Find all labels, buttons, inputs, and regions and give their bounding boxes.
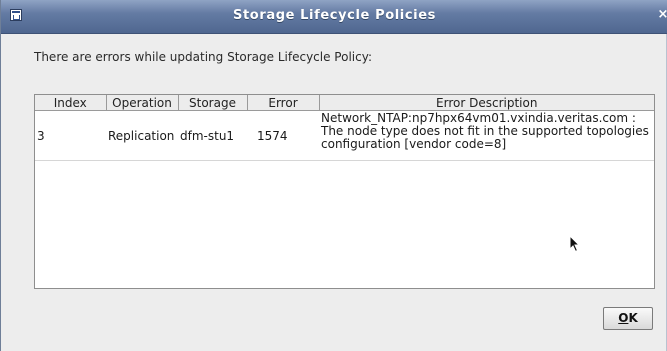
column-header-operation[interactable]: Operation <box>106 95 179 111</box>
ok-mnemonic: O <box>618 311 629 325</box>
title-bar[interactable]: Storage Lifecycle Policies × <box>1 0 667 34</box>
table-header-row: Index Operation Storage Error Error Desc… <box>35 95 654 111</box>
column-header-index[interactable]: Index <box>35 95 107 111</box>
dialog-window: Storage Lifecycle Policies × There are e… <box>0 0 667 351</box>
cell-operation: Replication <box>106 110 178 161</box>
errors-table[interactable]: Index Operation Storage Error Error Desc… <box>34 94 655 289</box>
ok-label-rest: K <box>628 311 638 325</box>
cell-storage: dfm-stu1 <box>178 110 247 161</box>
cell-error: 1574 <box>247 110 319 161</box>
cell-error-description: Network_NTAP:np7hpx64vm01.vxindia.verita… <box>319 110 654 161</box>
column-header-error[interactable]: Error <box>247 95 320 111</box>
ok-button[interactable]: OK <box>603 307 653 330</box>
column-header-error-description[interactable]: Error Description <box>319 95 654 111</box>
errors-table-grid: Index Operation Storage Error Error Desc… <box>35 95 654 161</box>
table-row[interactable]: 3 Replication dfm-stu1 1574 Network_NTAP… <box>35 110 654 161</box>
mouse-pointer-icon <box>569 235 581 253</box>
close-icon[interactable]: × <box>656 7 667 23</box>
error-message: There are errors while updating Storage … <box>34 50 372 64</box>
window-title: Storage Lifecycle Policies <box>233 8 436 23</box>
column-header-storage[interactable]: Storage <box>178 95 248 111</box>
cell-index: 3 <box>35 110 106 161</box>
